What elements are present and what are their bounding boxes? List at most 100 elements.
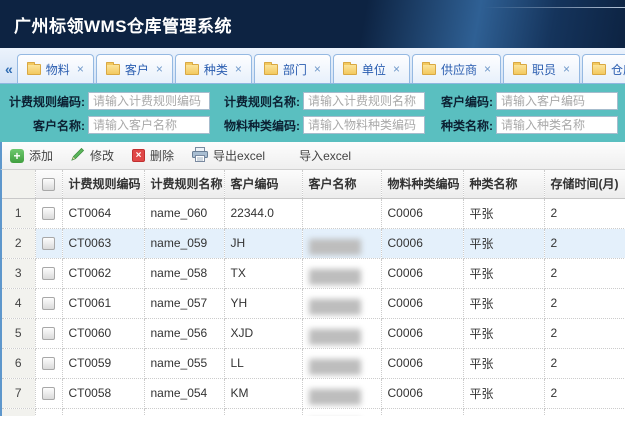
tab-label: 部门	[283, 61, 307, 78]
column-header[interactable]: 计费规则编码	[62, 170, 144, 198]
import-excel-button[interactable]: 导入excel	[299, 147, 351, 164]
tab-close-icon[interactable]: ×	[235, 62, 242, 76]
row-number: 6	[2, 348, 35, 378]
row-checkbox[interactable]	[42, 327, 55, 340]
table-row[interactable]: 7 CT0058 name_054 KM C0006 平张 2	[2, 378, 625, 408]
tab-label: 职员	[532, 61, 556, 78]
tab-5[interactable]: 单位 ×	[333, 54, 410, 83]
cell-customer-name	[302, 258, 381, 288]
tab-8[interactable]: 仓库 ×	[582, 54, 625, 83]
folder-icon	[343, 64, 357, 75]
row-number: 1	[2, 198, 35, 228]
table-row[interactable]: 8 CT0057 name_053 LK C0006 平张 2	[2, 408, 625, 416]
tab-3[interactable]: 种类 ×	[175, 54, 252, 83]
cell-customer-code: KM	[224, 378, 302, 408]
edit-button-label: 修改	[90, 147, 114, 164]
cell-category-name: 平张	[463, 258, 544, 288]
cell-category-name: 平张	[463, 408, 544, 416]
cell-customer-code: JH	[224, 228, 302, 258]
row-checkbox-cell	[35, 258, 62, 288]
column-header[interactable]: 客户编码	[224, 170, 302, 198]
add-button[interactable]: + 添加	[10, 147, 53, 164]
field-label: 物料种类编码:	[216, 117, 300, 134]
row-number-header	[2, 170, 35, 198]
column-header[interactable]: 客户名称	[302, 170, 381, 198]
tab-close-icon[interactable]: ×	[77, 62, 84, 76]
export-excel-button[interactable]: 导出excel	[192, 147, 265, 165]
tab-6[interactable]: 供应商 ×	[412, 54, 501, 83]
table-row[interactable]: 1 CT0064 name_060 22344.0 C0006 平张 2	[2, 198, 625, 228]
tab-close-icon[interactable]: ×	[314, 62, 321, 76]
cell-customer-name	[302, 408, 381, 416]
folder-icon	[185, 64, 199, 75]
folder-icon	[592, 64, 606, 75]
tab-label: 供应商	[441, 61, 477, 78]
table-row[interactable]: 2 CT0063 name_059 JH C0006 平张 2	[2, 228, 625, 258]
row-checkbox-cell	[35, 408, 62, 416]
row-checkbox[interactable]	[42, 297, 55, 310]
tab-7[interactable]: 职员 ×	[503, 54, 580, 83]
header-highlight-line	[485, 7, 625, 8]
tab-close-icon[interactable]: ×	[563, 62, 570, 76]
table-row[interactable]: 3 CT0062 name_058 TX C0006 平张 2	[2, 258, 625, 288]
cell-customer-name	[302, 228, 381, 258]
folder-icon	[106, 64, 120, 75]
search-field: 计费规则名称:	[216, 92, 425, 110]
redacted-customer-name	[309, 299, 361, 315]
column-header[interactable]: 物料种类编码	[381, 170, 463, 198]
search-input-1[interactable]	[88, 92, 210, 110]
search-field: 客户名称:	[5, 116, 210, 134]
cell-billing-rule-code: CT0063	[62, 228, 144, 258]
table-row[interactable]: 5 CT0060 name_056 XJD C0006 平张 2	[2, 318, 625, 348]
cell-billing-rule-name: name_060	[144, 198, 224, 228]
cell-billing-rule-name: name_054	[144, 378, 224, 408]
row-checkbox[interactable]	[42, 267, 55, 280]
tabs-collapse-icon[interactable]: «	[2, 61, 16, 83]
cell-billing-rule-code: CT0061	[62, 288, 144, 318]
app-header: 广州标领WMS仓库管理系统	[0, 0, 625, 48]
tab-1[interactable]: 物料 ×	[17, 54, 94, 83]
cell-category-code: C0006	[381, 228, 463, 258]
edit-button[interactable]: 修改	[71, 147, 114, 164]
toolbar: + 添加 修改 × 删除 导出excel 导入excel	[0, 142, 625, 170]
tab-close-icon[interactable]: ×	[156, 62, 163, 76]
search-input-4[interactable]	[88, 116, 210, 134]
row-checkbox[interactable]	[42, 387, 55, 400]
field-label: 客户编码:	[431, 93, 493, 110]
cell-customer-name	[302, 348, 381, 378]
select-all-checkbox[interactable]	[42, 178, 55, 191]
column-header[interactable]: 计费规则名称	[144, 170, 224, 198]
cell-billing-rule-code: CT0057	[62, 408, 144, 416]
cell-customer-name	[302, 318, 381, 348]
column-header[interactable]: 存储时间(月)	[544, 170, 625, 198]
field-label: 计费规则编码:	[5, 93, 85, 110]
cell-billing-rule-name: name_058	[144, 258, 224, 288]
search-input-6[interactable]	[496, 116, 618, 134]
row-number: 2	[2, 228, 35, 258]
column-header[interactable]: 种类名称	[463, 170, 544, 198]
cell-billing-rule-code: CT0064	[62, 198, 144, 228]
field-label: 客户名称:	[5, 117, 85, 134]
cell-customer-name	[302, 378, 381, 408]
row-checkbox[interactable]	[42, 237, 55, 250]
cell-billing-rule-name: name_059	[144, 228, 224, 258]
row-checkbox[interactable]	[42, 357, 55, 370]
table-row[interactable]: 4 CT0061 name_057 YH C0006 平张 2	[2, 288, 625, 318]
search-input-2[interactable]	[303, 92, 425, 110]
tab-2[interactable]: 客户 ×	[96, 54, 173, 83]
redacted-customer-name	[309, 359, 361, 375]
cell-customer-code: LL	[224, 348, 302, 378]
row-checkbox-cell	[35, 318, 62, 348]
delete-button[interactable]: × 删除	[132, 147, 174, 164]
printer-icon	[192, 147, 208, 165]
table-row[interactable]: 6 CT0059 name_055 LL C0006 平张 2	[2, 348, 625, 378]
tab-4[interactable]: 部门 ×	[254, 54, 331, 83]
search-input-5[interactable]	[303, 116, 425, 134]
cell-customer-code: YH	[224, 288, 302, 318]
search-input-3[interactable]	[496, 92, 618, 110]
tab-close-icon[interactable]: ×	[393, 62, 400, 76]
cell-storage-months: 2	[544, 408, 625, 416]
row-checkbox[interactable]	[42, 207, 55, 220]
tab-label: 物料	[46, 61, 70, 78]
tab-close-icon[interactable]: ×	[484, 62, 491, 76]
